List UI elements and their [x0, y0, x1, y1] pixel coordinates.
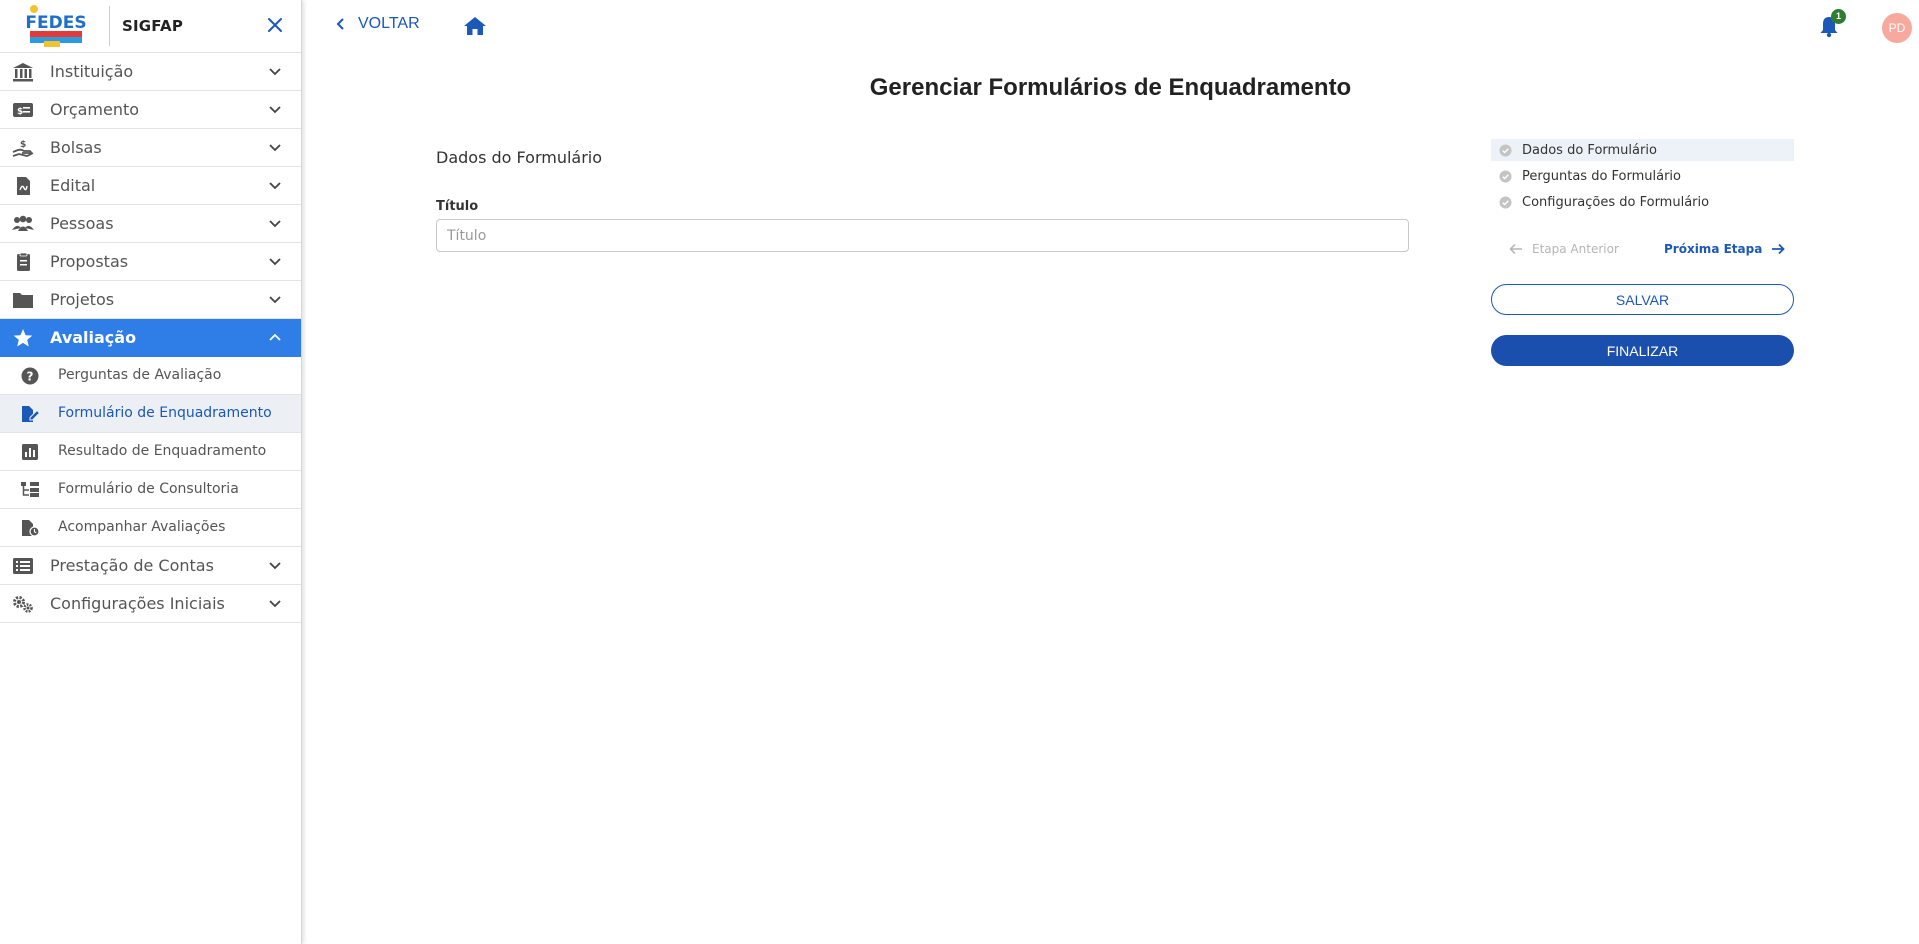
previous-step-label: Etapa Anterior	[1532, 242, 1619, 256]
chevron-down-icon	[269, 220, 281, 228]
sidebar-item-instituicao[interactable]: Instituição	[0, 53, 301, 91]
institution-icon	[13, 63, 33, 82]
section-title: Dados do Formulário	[436, 148, 603, 167]
document-icon	[17, 177, 30, 195]
sidebar-item-label: Projetos	[50, 290, 115, 309]
hand-coin-icon: $	[12, 140, 34, 157]
sidebar-item-label: Orçamento	[50, 100, 140, 119]
next-step-label: Próxima Etapa	[1664, 242, 1763, 256]
sidebar-item-label: Instituição	[50, 62, 134, 81]
sidebar-subitem-perguntas-avaliacao[interactable]: ? Perguntas de Avaliação	[0, 357, 301, 395]
svg-text:$: $	[17, 107, 23, 117]
step-check-icon	[1499, 144, 1512, 156]
gears-icon	[13, 596, 33, 613]
sidebar-item-bolsas[interactable]: $ Bolsas	[0, 129, 301, 167]
sidebar-subitem-formulario-consultoria[interactable]: Formulário de Consultoria	[0, 471, 301, 509]
sidebar-item-orcamento[interactable]: $ Orçamento	[0, 91, 301, 129]
user-avatar[interactable]: PD	[1882, 13, 1912, 43]
step-perguntas-formulario[interactable]: Perguntas do Formulário	[1491, 165, 1794, 187]
sidebar-item-propostas[interactable]: Propostas	[0, 243, 301, 281]
budget-icon: $	[13, 103, 33, 117]
step-configuracoes-formulario[interactable]: Configurações do Formulário	[1491, 191, 1794, 213]
proposal-icon	[17, 252, 30, 271]
subitem-label: Formulário de Consultoria	[58, 481, 239, 497]
back-label: VOLTAR	[358, 15, 420, 32]
chevron-down-icon	[269, 562, 281, 570]
logo-text: FEDES	[26, 13, 86, 33]
step-label: Perguntas do Formulário	[1522, 168, 1682, 184]
sidebar-item-label: Bolsas	[50, 138, 102, 157]
step-check-icon	[1499, 196, 1512, 208]
app-name: SIGFAP	[122, 17, 184, 35]
sidebar-item-projetos[interactable]: Projetos	[0, 281, 301, 319]
sidebar-item-label: Avaliação	[50, 328, 137, 347]
chevron-down-icon	[269, 296, 281, 304]
sidebar-item-edital[interactable]: Edital	[0, 167, 301, 205]
finish-button[interactable]: FINALIZAR	[1491, 335, 1794, 366]
step-dados-formulario[interactable]: Dados do Formulário	[1491, 139, 1794, 161]
sidebar-header: FEDES SIGFAP	[0, 0, 301, 53]
title-field-label: Título	[436, 199, 479, 214]
chevron-up-icon	[269, 333, 281, 341]
subitem-label: Perguntas de Avaliação	[58, 367, 222, 383]
question-circle-icon: ?	[21, 367, 39, 385]
folder-icon	[13, 293, 33, 308]
sidebar-item-configuracoes-iniciais[interactable]: Configurações Iniciais	[0, 585, 301, 623]
people-icon	[12, 215, 34, 231]
chevron-down-icon	[269, 258, 281, 266]
notification-badge: 1	[1831, 9, 1846, 24]
sidebar-item-pessoas[interactable]: Pessoas	[0, 205, 301, 243]
save-button[interactable]: SALVAR	[1491, 284, 1794, 315]
svg-text:$: $	[20, 140, 26, 150]
sidebar-item-label: Propostas	[50, 252, 129, 271]
sidebar-subitem-acompanhar-avaliacoes[interactable]: Acompanhar Avaliações	[0, 509, 301, 547]
next-step-button[interactable]: Próxima Etapa	[1664, 242, 1786, 256]
tree-icon	[21, 482, 39, 497]
step-label: Configurações do Formulário	[1522, 194, 1710, 210]
header-divider	[109, 6, 110, 46]
sidebar: FEDES SIGFAP Instituição $ Orçamento $ B…	[0, 0, 302, 944]
home-icon[interactable]	[463, 15, 487, 37]
star-icon	[13, 329, 33, 347]
previous-step-button[interactable]: Etapa Anterior	[1509, 242, 1619, 256]
chevron-down-icon	[269, 106, 281, 114]
arrow-right-icon	[1772, 243, 1786, 255]
step-check-icon	[1499, 170, 1512, 182]
subitem-label: Acompanhar Avaliações	[58, 519, 226, 535]
chevron-down-icon	[269, 182, 281, 190]
chevron-down-icon	[269, 68, 281, 76]
close-sidebar-icon[interactable]	[264, 14, 286, 36]
sidebar-subitem-resultado-enquadramento[interactable]: Resultado de Enquadramento	[0, 433, 301, 471]
svg-text:?: ?	[27, 370, 34, 384]
sidebar-item-label: Configurações Iniciais	[50, 594, 225, 613]
sidebar-item-label: Prestação de Contas	[50, 556, 214, 575]
sidebar-item-prestacao-contas[interactable]: Prestação de Contas	[0, 547, 301, 585]
sidebar-item-label: Pessoas	[50, 214, 114, 233]
file-clock-icon	[22, 520, 40, 537]
back-link[interactable]: VOLTAR	[336, 15, 420, 33]
chevron-down-icon	[269, 600, 281, 608]
sidebar-subitem-formulario-enquadramento[interactable]: Formulário de Enquadramento	[0, 395, 301, 433]
chevron-down-icon	[269, 144, 281, 152]
subitem-label: Formulário de Enquadramento	[58, 405, 272, 421]
title-input[interactable]	[436, 219, 1409, 252]
chart-bar-icon	[22, 444, 38, 460]
app-logo: FEDES	[26, 5, 86, 47]
chevron-left-icon	[336, 18, 344, 30]
subitem-label: Resultado de Enquadramento	[58, 443, 267, 459]
file-edit-icon	[22, 406, 40, 422]
sidebar-item-label: Edital	[50, 176, 96, 195]
list-icon	[13, 558, 33, 574]
sidebar-item-avaliacao[interactable]: Avaliação	[0, 319, 301, 357]
arrow-left-icon	[1509, 243, 1522, 255]
page-title: Gerenciar Formulários de Enquadramento	[869, 74, 1352, 101]
step-label: Dados do Formulário	[1522, 142, 1657, 158]
